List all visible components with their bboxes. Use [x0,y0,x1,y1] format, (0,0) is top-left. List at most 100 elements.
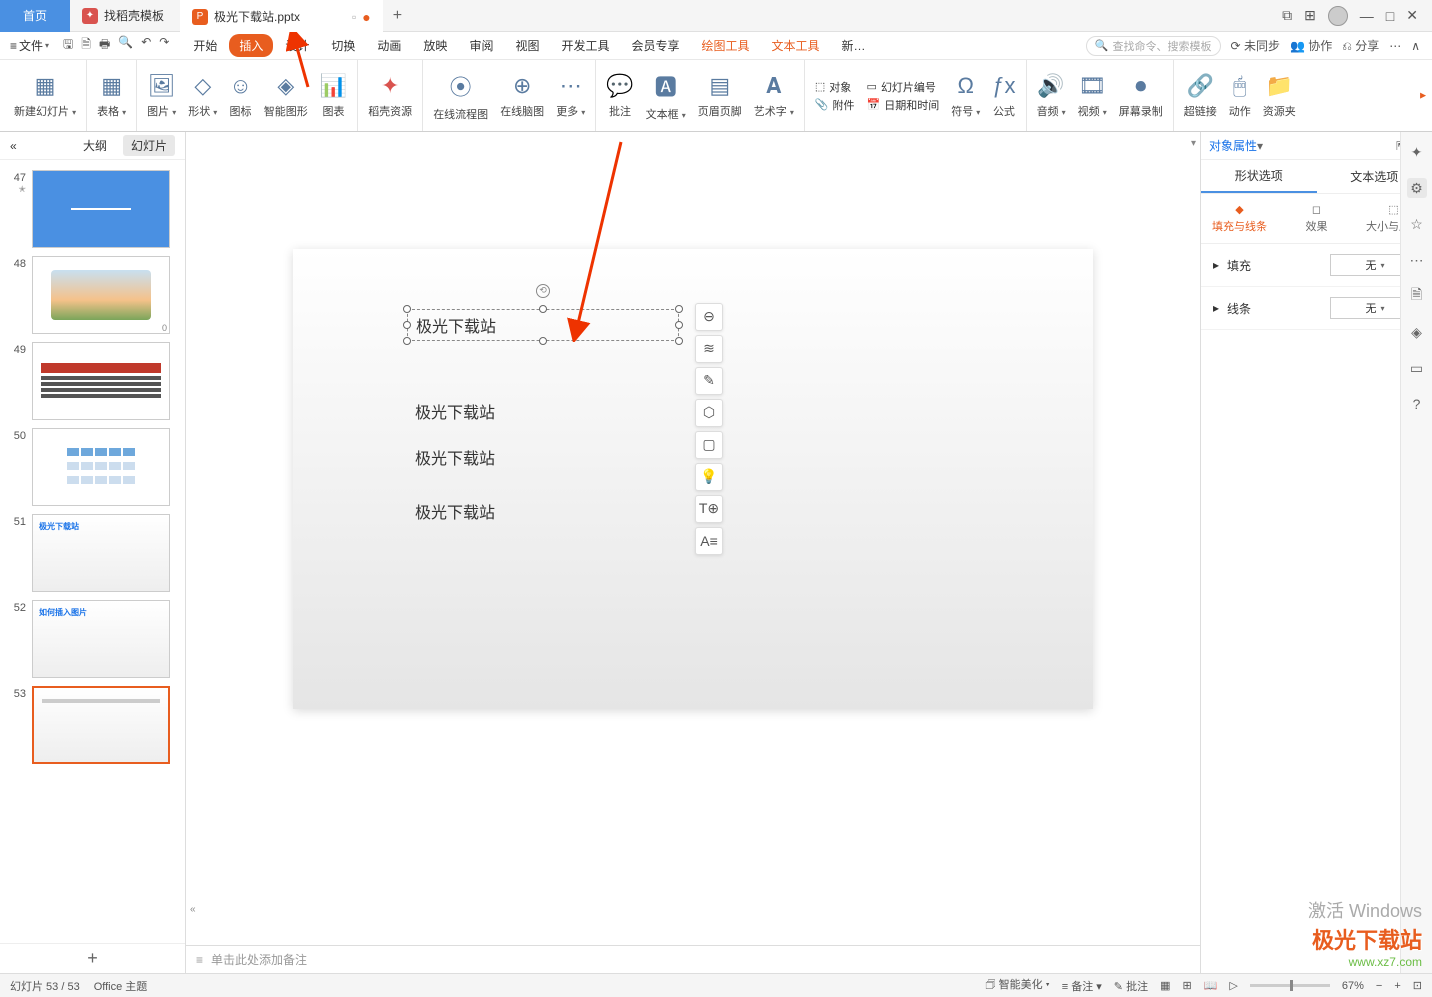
collab-button[interactable]: 👥 协作 [1290,37,1332,54]
panel-collapse-icon[interactable]: « [10,139,17,153]
expand-icon[interactable]: ▸ [1213,258,1219,272]
tab-slideshow[interactable]: 放映 [413,34,457,57]
view-normal-icon[interactable]: ▦ [1160,979,1170,992]
action-button[interactable]: 🖱动作 [1223,60,1257,131]
idea-tool-icon[interactable]: 💡 [695,463,723,491]
tab-member[interactable]: 会员专享 [621,34,689,57]
side-edit-icon[interactable]: ◈ [1407,322,1427,342]
tab-insert[interactable]: 插入 [229,34,273,57]
canvas-view[interactable]: 极光下载站 ⟲ 极光下载站 极光下载站 极光下载站 ⊖ ≋ [186,132,1200,945]
unsync-button[interactable]: ⟳ 未同步 [1231,37,1280,54]
attach-button[interactable]: 📎 附件 [815,97,855,113]
undo-icon[interactable]: ↶ [141,35,151,56]
resize-handle[interactable] [675,337,683,345]
docer-button[interactable]: ✦稻壳资源 [362,60,423,131]
resize-handle[interactable] [403,305,411,313]
hyperlink-button[interactable]: 🔗超链接 [1178,60,1223,131]
canvas-collapse-icon[interactable]: « [190,904,196,915]
slide-thumb-item[interactable]: 52 如何插入图片 [0,596,185,682]
fill-row[interactable]: ▸ 填充 无 ▾ [1201,244,1432,287]
screen-rec-button[interactable]: ⏺屏幕录制 [1113,60,1174,131]
tab-text-tools[interactable]: 文本工具 [762,34,830,57]
preview-icon[interactable]: 🔍 [118,35,133,56]
fit-icon[interactable]: ⊡ [1413,979,1422,992]
redo-icon[interactable]: ↷ [159,35,169,56]
line-row[interactable]: ▸ 线条 无 ▾ [1201,287,1432,330]
save-icon[interactable]: 🖫 [63,35,73,56]
tab-transition[interactable]: 切换 [321,34,365,57]
text-line[interactable]: 极光下载站 [415,399,495,423]
view-slideshow-icon[interactable]: ▷ [1229,979,1237,992]
selected-textbox[interactable]: 极光下载站 ⟲ [407,309,679,341]
minimize-button[interactable]: — [1360,8,1374,24]
slides-tab[interactable]: 幻灯片 [123,135,175,156]
canvas-menu-icon[interactable]: ▾ [1191,138,1196,149]
zoom-value[interactable]: 67% [1342,980,1364,992]
tab-view[interactable]: 视图 [505,34,549,57]
zoom-slider[interactable] [1250,984,1330,987]
collapse-tool-icon[interactable]: ⊖ [695,303,723,331]
resize-handle[interactable] [539,305,547,313]
document-tab[interactable]: P 极光下载站.pptx ▫ ● [180,0,383,32]
tab-devtools[interactable]: 开发工具 [551,34,619,57]
view-reading-icon[interactable]: 📖 [1204,979,1218,992]
tab-design[interactable]: 设计 [275,34,319,57]
textbox-button[interactable]: 🅰文本框 ▾ [640,60,692,131]
equation-button[interactable]: ƒx公式 [986,60,1026,131]
shape-button[interactable]: ◇形状 ▾ [182,60,223,131]
tab-menu-icon[interactable]: ▫ [352,10,356,24]
zoom-in-icon[interactable]: + [1394,980,1400,992]
print-icon[interactable]: 🖶 [99,35,110,56]
slide-thumb-item[interactable]: 49 [0,338,185,424]
tab-new[interactable]: 新… [832,34,876,57]
resize-handle[interactable] [675,305,683,313]
picture-button[interactable]: 🖼图片 ▾ [141,60,182,131]
resize-handle[interactable] [403,321,411,329]
symbol-button[interactable]: Ω符号 ▾ [945,60,986,131]
smart-shape-button[interactable]: ◈智能图形 [258,60,314,131]
more-menu-icon[interactable]: ⋯ [1389,39,1401,53]
template-tab[interactable]: ✦ 找稻壳模板 [70,0,180,32]
slide-thumb-item[interactable]: 53 [0,682,185,768]
avatar[interactable] [1328,6,1348,26]
slide-thumb-item[interactable]: 50 [0,424,185,510]
more-button[interactable]: ⋯更多 ▾ [550,60,596,131]
search-input[interactable]: 🔍 查找命令、搜索模板 [1086,36,1221,56]
new-tab-button[interactable]: + [383,7,412,25]
maximize-button[interactable]: □ [1386,8,1394,24]
saveas-icon[interactable]: 🗎 [81,35,91,56]
tab-review[interactable]: 审阅 [459,34,503,57]
align-tool-icon[interactable]: A≡ [695,527,723,555]
text-line[interactable]: 极光下载站 [415,445,495,469]
home-tab[interactable]: 首页 [0,0,70,32]
file-menu[interactable]: ≡ 文件 ▾ [4,37,55,54]
object-button[interactable]: ⬚ 对象 [815,79,855,95]
res-folder-button[interactable]: 📁资源夹 [1257,60,1302,131]
header-footer-button[interactable]: ▤页眉页脚 [692,60,748,131]
wordart-button[interactable]: 𝐀艺术字 ▾ [748,60,805,131]
fill-line-subtab[interactable]: ◆填充与线条 [1201,194,1278,243]
slide-list[interactable]: 47✭ 48 0 49 50 51 极光下载站 52 如何插入图片 [0,160,185,943]
resize-handle[interactable] [403,337,411,345]
table-button[interactable]: ▦表格 ▾ [91,60,137,131]
slide-thumb-item[interactable]: 48 0 [0,252,185,338]
tab-start[interactable]: 开始 [183,34,227,57]
resize-handle[interactable] [675,321,683,329]
side-help-icon[interactable]: ? [1407,394,1427,414]
tab-close-icon[interactable]: ● [362,9,370,25]
comment-button[interactable]: 💬批注 [600,60,639,131]
slide-thumb-item[interactable]: 47✭ [0,166,185,252]
tab-animation[interactable]: 动画 [367,34,411,57]
zoom-out-icon[interactable]: − [1376,980,1382,992]
video-button[interactable]: 🎞视频 ▾ [1072,60,1113,131]
grid-icon[interactable]: ⊞ [1304,7,1316,24]
side-present-icon[interactable]: ▭ [1407,358,1427,378]
collapse-ribbon-icon[interactable]: ∧ [1411,39,1420,53]
rotate-handle-icon[interactable]: ⟲ [536,284,550,298]
outline-tab[interactable]: 大纲 [75,135,115,156]
effect-subtab[interactable]: ◻效果 [1278,194,1355,243]
ribbon-scroll-right-icon[interactable]: ► [1418,90,1428,101]
side-settings-icon[interactable]: ⚙ [1407,178,1427,198]
slide-canvas[interactable]: 极光下载站 ⟲ 极光下载站 极光下载站 极光下载站 ⊖ ≋ [293,249,1093,709]
comments-toggle[interactable]: ✎ 批注 [1114,978,1148,994]
